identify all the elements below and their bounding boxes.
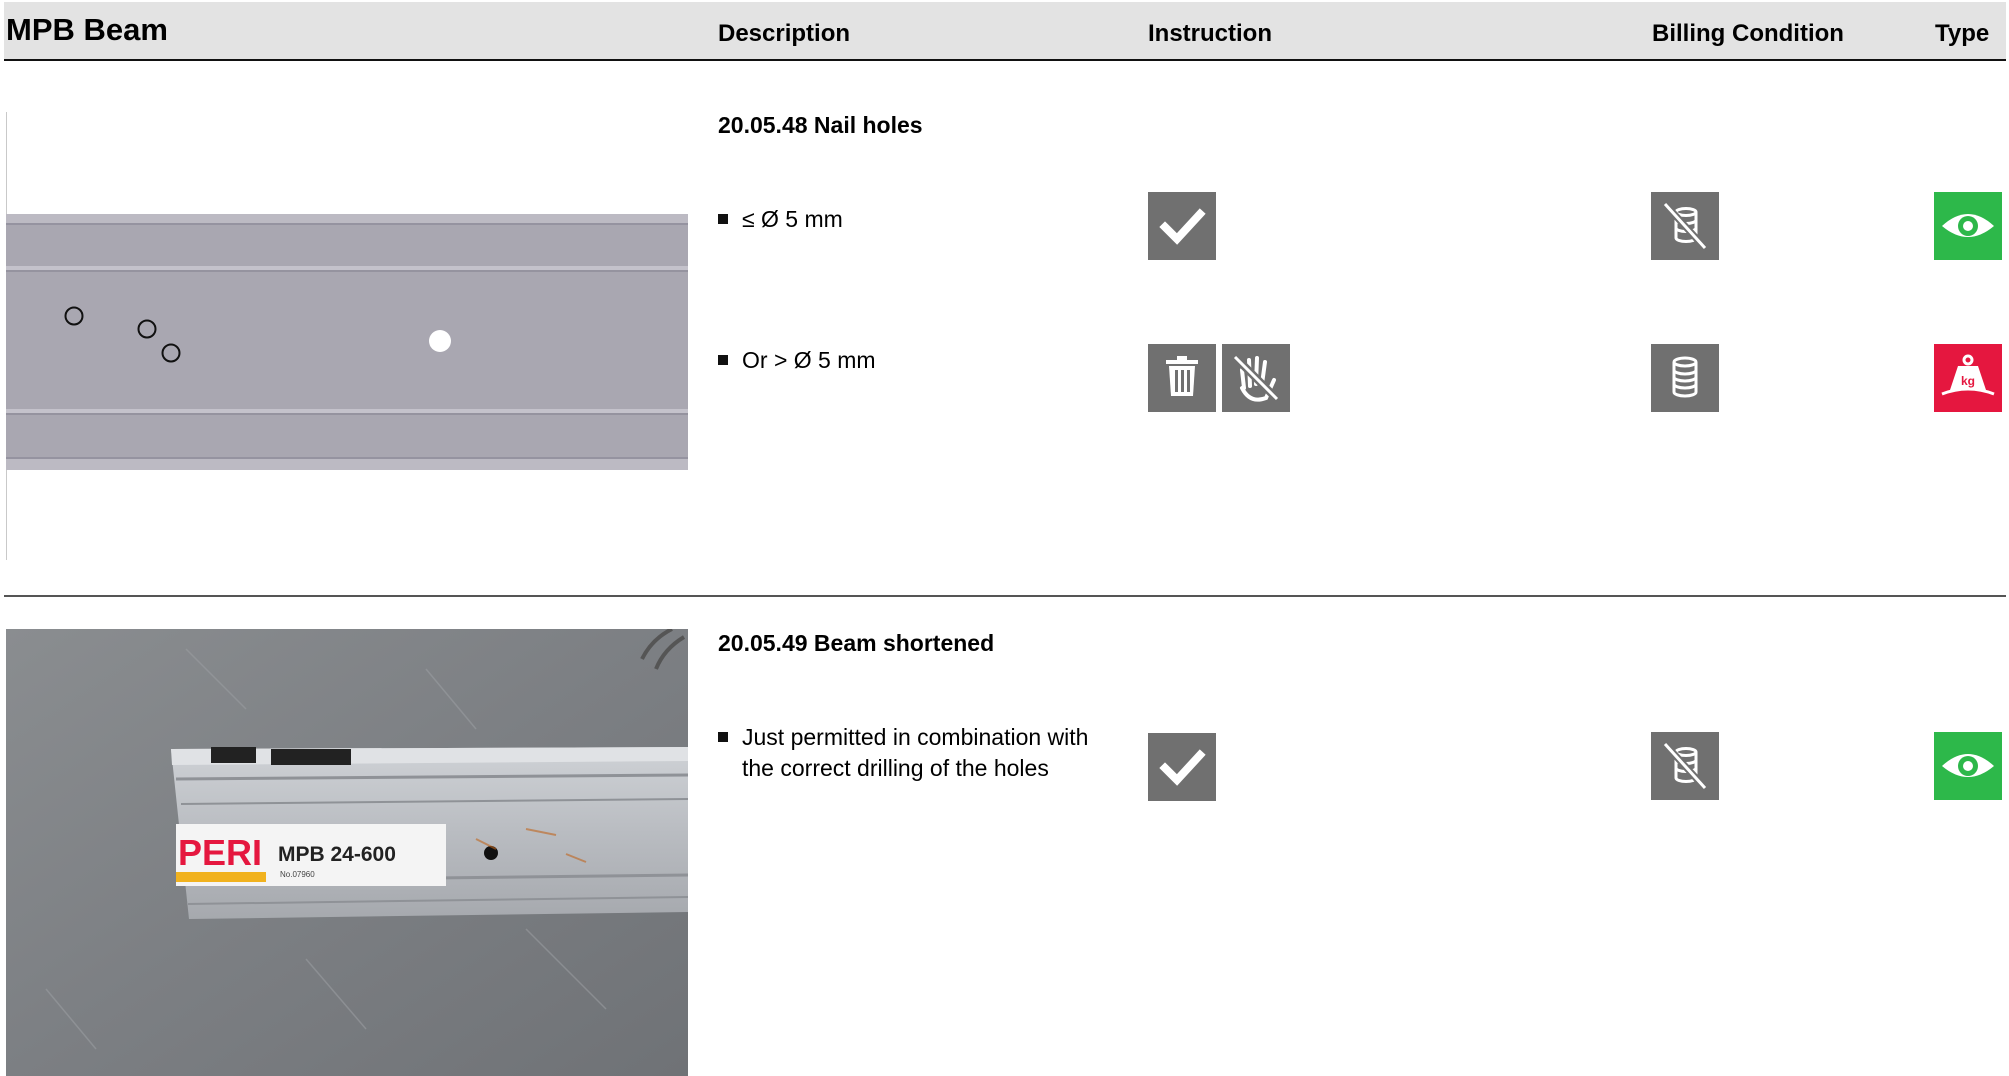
section-divider xyxy=(4,595,2006,597)
list-item: ≤ Ø 5 mm xyxy=(718,204,843,235)
bullet-text-line: the correct drilling of the holes xyxy=(742,755,1049,781)
list-item: Just permitted in combination with the co… xyxy=(718,722,1088,784)
bullet-text: Just permitted in combination with the co… xyxy=(742,722,1088,784)
bullet-text: Or > Ø 5 mm xyxy=(742,347,876,373)
visual-inspection-icon xyxy=(1934,192,2002,260)
photo-brand-label: PERI xyxy=(178,832,262,873)
column-header-billing-condition: Billing Condition xyxy=(1652,20,1844,47)
checkmark-icon xyxy=(1148,733,1216,801)
table-header: MPB Beam Description Instruction Billing… xyxy=(4,2,2006,61)
trash-icon xyxy=(1148,344,1216,412)
entry-title: 20.05.48 Nail holes xyxy=(718,112,923,138)
column-header-type: Type xyxy=(1935,20,1990,47)
bullet-text-line: Just permitted in combination with xyxy=(742,724,1089,750)
list-item: Or > Ø 5 mm xyxy=(718,345,876,376)
bullet-text: ≤ Ø 5 mm xyxy=(742,206,843,232)
charge-icon xyxy=(1651,344,1719,412)
column-header-description: Description xyxy=(718,20,851,47)
weight-icon: kg xyxy=(1934,344,2002,412)
bullet-marker xyxy=(718,732,728,742)
bullet-marker xyxy=(718,355,728,365)
beam-photo: PERI MPB 24-600 No.07960 xyxy=(6,629,688,1076)
no-charge-icon xyxy=(1651,192,1719,260)
entry-title: 20.05.49 Beam shortened xyxy=(718,630,995,656)
page-title: MPB Beam xyxy=(6,12,168,47)
visual-inspection-icon xyxy=(1934,732,2002,800)
no-charge-icon xyxy=(1651,732,1719,800)
bullet-marker xyxy=(718,214,728,224)
svg-text:kg: kg xyxy=(1961,374,1975,388)
photo-serial-label: No.07960 xyxy=(280,870,315,879)
checkmark-icon xyxy=(1148,192,1216,260)
do-not-touch-icon xyxy=(1222,344,1290,412)
beam-nail-holes-illustration xyxy=(6,214,688,470)
column-header-instruction: Instruction xyxy=(1148,20,1272,47)
photo-product-label: MPB 24-600 xyxy=(278,843,396,866)
